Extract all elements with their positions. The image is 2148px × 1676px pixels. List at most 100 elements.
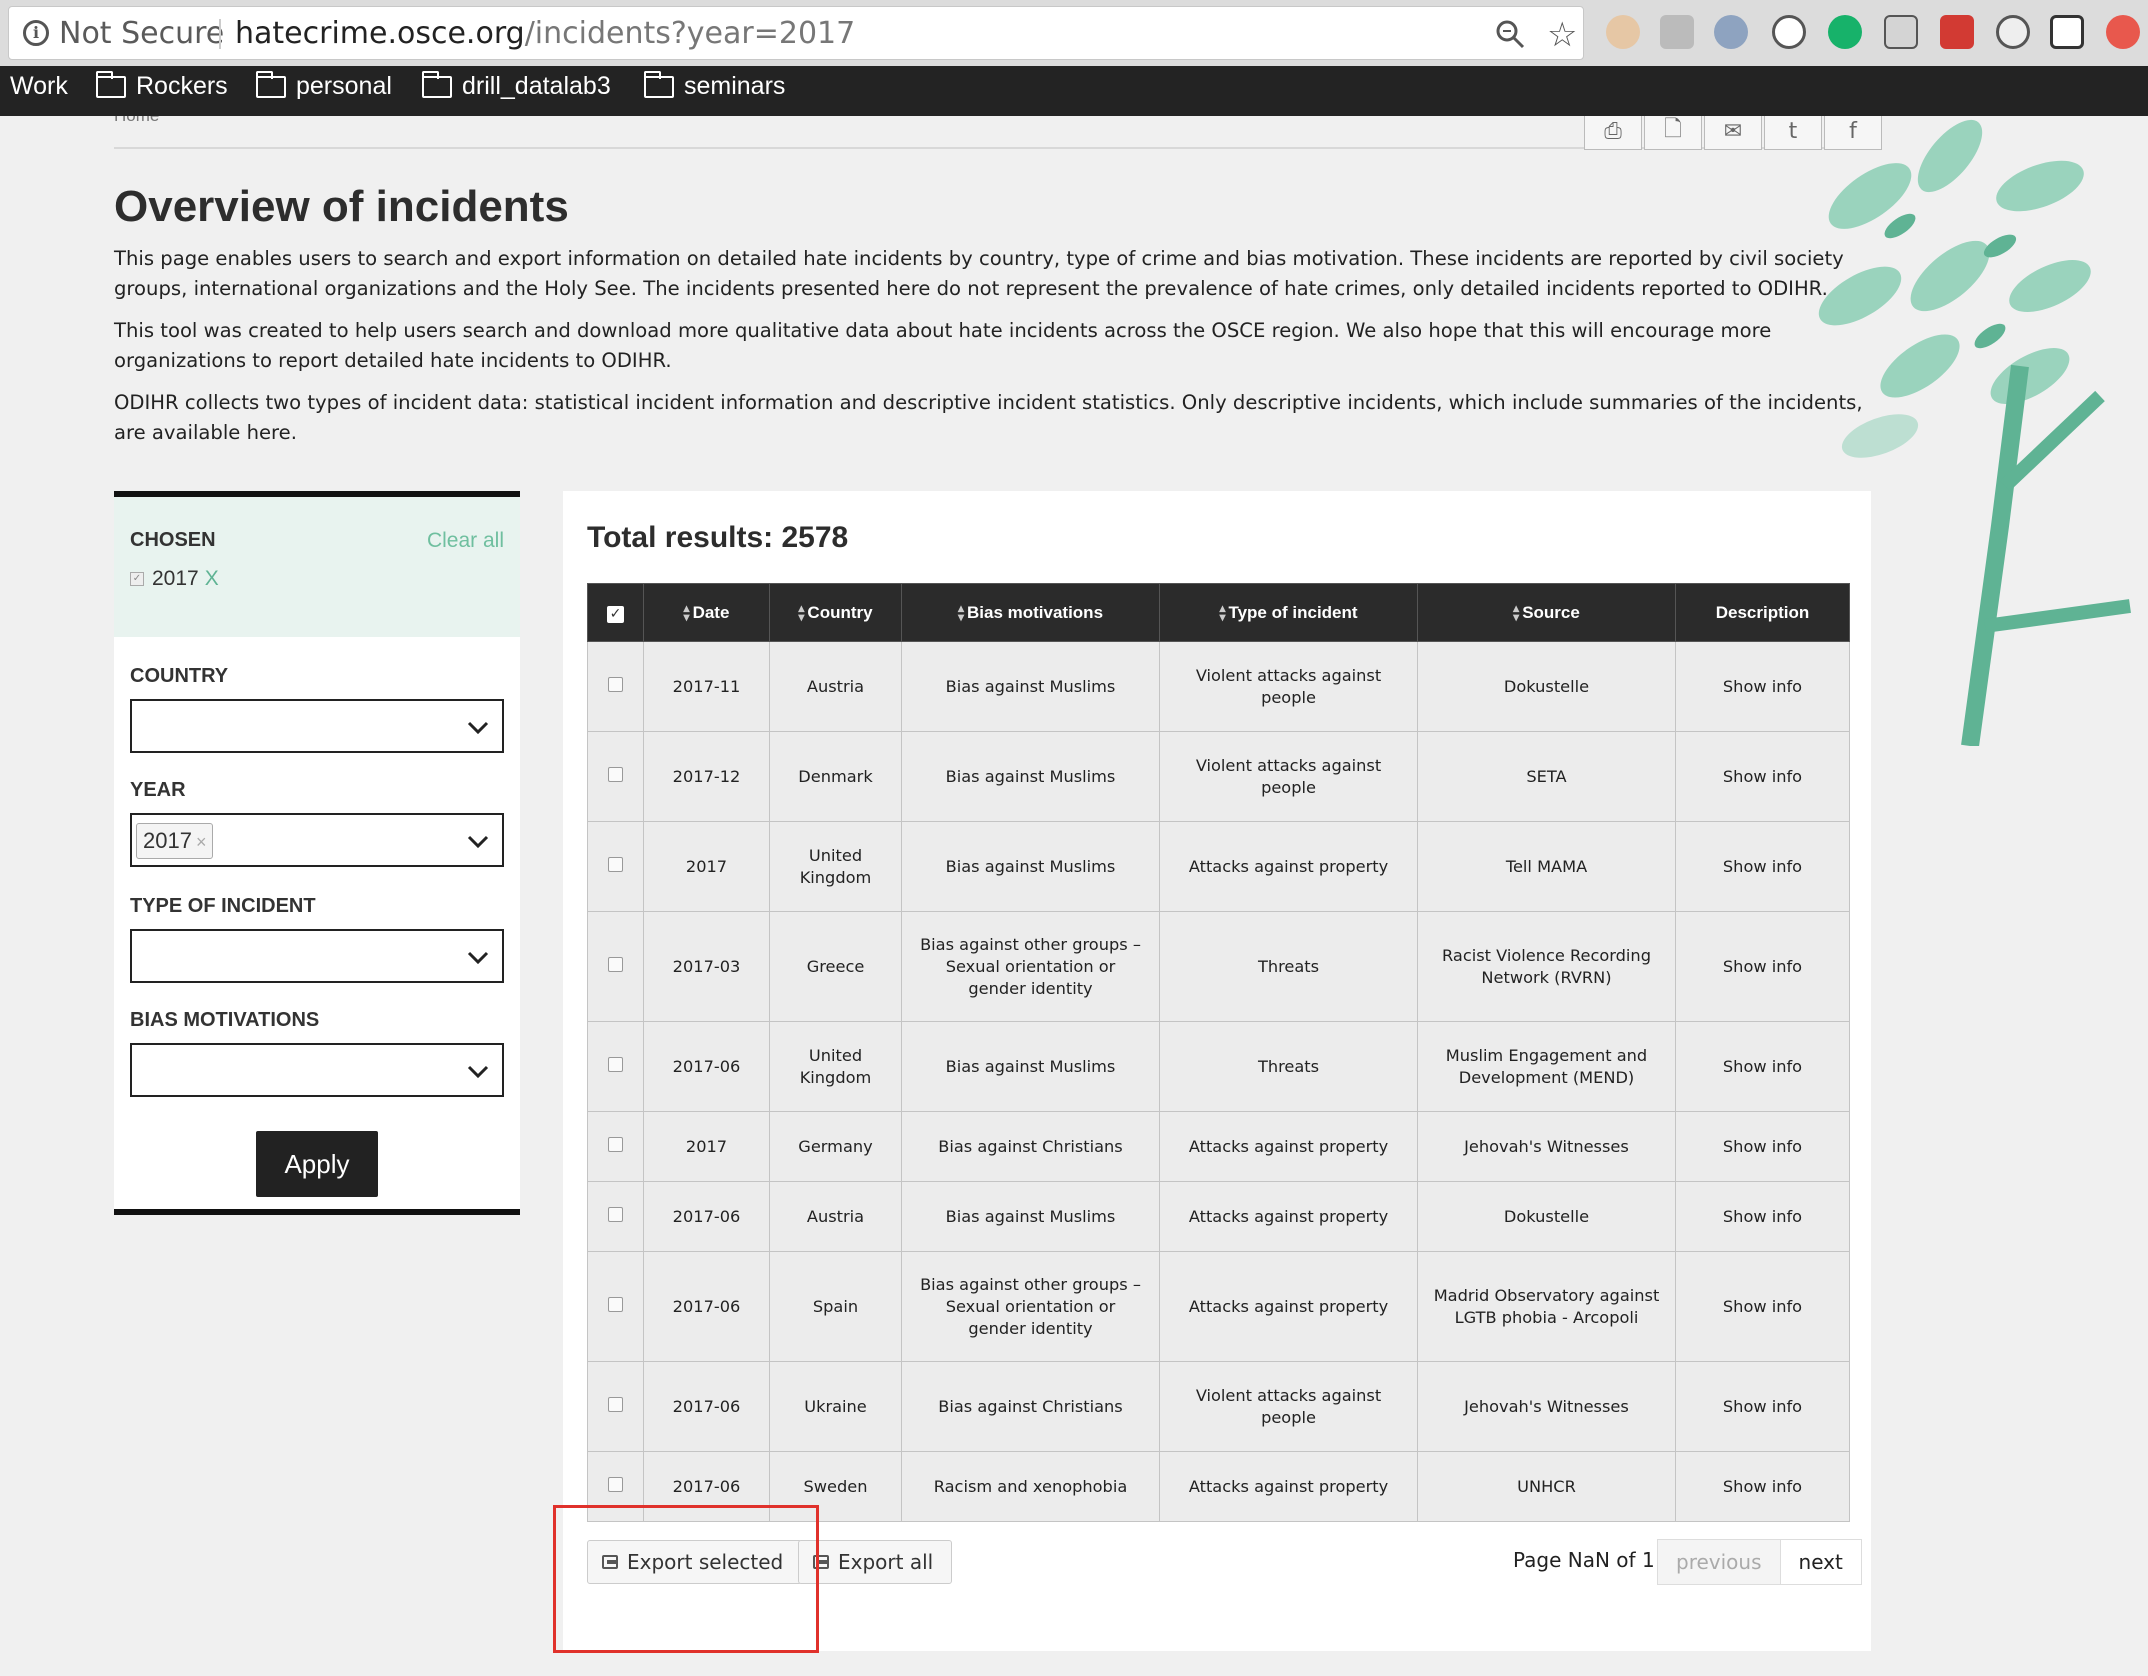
row-checkbox[interactable] [608,676,623,692]
show-info-link[interactable]: Show info [1675,911,1850,1022]
page-title: Overview of incidents [114,182,569,231]
table-row: 2017-06 Spain Bias against other groups – … [587,1251,1850,1362]
extension-red-icon[interactable] [1940,15,1974,49]
chevron-down-icon [467,721,489,735]
row-checkbox[interactable] [608,956,623,972]
layers-icon[interactable] [1884,15,1918,49]
bias-select[interactable] [130,1043,504,1097]
bookmark-work[interactable]: Work [10,72,68,101]
chosen-checkbox[interactable]: ✓ [130,572,144,586]
table-body: 2017-11 Austria Bias against Muslims Violen… [587,641,1850,1522]
chosen-filter-year: ✓ 2017 X [130,567,219,591]
show-info-link[interactable]: Show info [1675,1451,1850,1522]
cell-source: Dokustelle [1417,641,1676,732]
cell-country: Greece [769,911,902,1022]
column-label: Country [807,602,873,622]
apply-button[interactable]: Apply [256,1131,378,1197]
bookmark-star-icon[interactable]: ☆ [1547,15,1577,55]
type-select[interactable] [130,929,504,983]
extension-move-icon[interactable] [1772,15,1806,49]
cell-bias: Bias against Muslims [901,821,1160,912]
extension-upload-icon[interactable] [2106,15,2140,49]
remove-chosen-button[interactable]: X [205,567,219,591]
info-icon[interactable]: i [23,20,49,46]
show-info-link[interactable]: Show info [1675,1021,1850,1112]
export-all-button[interactable]: Export all [798,1540,953,1584]
show-info-link[interactable]: Show info [1675,641,1850,732]
table-row: 2017-12 Denmark Bias against Muslims Violen… [587,731,1850,822]
column-country[interactable]: ▴ ▾ Country [769,583,902,642]
cell-type: Threats [1159,1021,1418,1112]
bookmark-rockers[interactable]: Rockers [96,70,228,101]
grammarly-icon[interactable] [1828,15,1862,49]
row-checkbox[interactable] [608,1056,623,1072]
show-info-link[interactable]: Show info [1675,1251,1850,1362]
cell-country: United Kingdom [769,1021,902,1112]
show-info-link[interactable]: Show info [1675,1181,1850,1252]
show-info-link[interactable]: Show info [1675,1111,1850,1182]
chevron-down-icon [467,1065,489,1079]
email-icon[interactable]: ✉ [1704,116,1762,150]
extension-chart-icon[interactable] [1660,15,1694,49]
row-checkbox[interactable] [608,1396,623,1412]
row-checkbox[interactable] [608,856,623,872]
address-bar[interactable]: i Not Secure hatecrime.osce.org/incident… [8,6,1584,60]
clear-all-link[interactable]: Clear all [427,529,504,553]
bookmark-personal[interactable]: personal [256,70,392,101]
sort-icon: ▴ ▾ [1513,601,1520,625]
extension-timer-icon[interactable] [1996,15,2030,49]
cell-bias: Bias against Muslims [901,731,1160,822]
show-info-link[interactable]: Show info [1675,821,1850,912]
show-info-link[interactable]: Show info [1675,1361,1850,1452]
url-text[interactable]: hatecrime.osce.org/incidents?year=2017 [235,16,855,51]
table-row: 2017 Germany Bias against Christians Attack… [587,1111,1850,1182]
zoom-icon[interactable] [1495,19,1525,49]
chosen-label: CHOSEN [130,529,216,551]
extension-library-icon[interactable] [2050,15,2084,49]
cell-source: Madrid Observatory against LGTB phobia -… [1417,1251,1676,1362]
bookmark-drill-datalab3[interactable]: drill_datalab3 [422,70,611,101]
folder-icon [644,70,674,98]
select-all-checkbox[interactable]: ✓ [607,605,624,623]
cell-bias: Bias against Muslims [901,641,1160,732]
column-source[interactable]: ▴ ▾ Source [1417,583,1676,642]
cell-bias: Bias against Muslims [901,1181,1160,1252]
cell-date: 2017-06 [643,1251,770,1362]
row-checkbox[interactable] [608,1476,623,1492]
column-date[interactable]: ▴ ▾ Date [643,583,770,642]
year-select[interactable]: 2017 × [130,813,504,867]
column-bias[interactable]: ▴ ▾ Bias motivations [901,583,1160,642]
previous-button[interactable]: previous [1657,1539,1781,1585]
row-select-cell [587,1021,644,1112]
cell-country: Ukraine [769,1361,902,1452]
bookmark-seminars[interactable]: seminars [644,70,785,101]
cell-type: Violent attacks against people [1159,731,1418,822]
row-checkbox[interactable] [608,1206,623,1222]
document-icon[interactable]: 🗋 [1644,116,1702,150]
column-label: Date [692,602,730,622]
url-path: /incidents?year=2017 [524,16,856,51]
show-info-link[interactable]: Show info [1675,731,1850,822]
remove-tag-icon[interactable]: × [196,832,207,852]
type-label: TYPE OF INCIDENT [130,895,316,917]
country-select[interactable] [130,699,504,753]
cell-date: 2017-06 [643,1181,770,1252]
select-all-header[interactable]: ✓ [587,583,644,642]
breadcrumb[interactable]: Home [114,116,159,126]
cell-source: SETA [1417,731,1676,822]
print-icon[interactable]: ⎙ [1584,116,1642,150]
row-checkbox[interactable] [608,766,623,782]
column-label: Type of incident [1228,602,1358,622]
extension-satellite-icon[interactable] [1714,15,1748,49]
cell-type: Attacks against property [1159,1451,1418,1522]
cell-type: Attacks against property [1159,1251,1418,1362]
chevron-down-icon [467,951,489,965]
row-checkbox[interactable] [608,1296,623,1312]
row-select-cell [587,911,644,1022]
column-type[interactable]: ▴ ▾ Type of incident [1159,583,1418,642]
extension-owl-icon[interactable] [1606,15,1640,49]
row-checkbox[interactable] [608,1136,623,1152]
chevron-down-icon [467,835,489,849]
next-button[interactable]: next [1780,1539,1862,1585]
cell-date: 2017 [643,1111,770,1182]
